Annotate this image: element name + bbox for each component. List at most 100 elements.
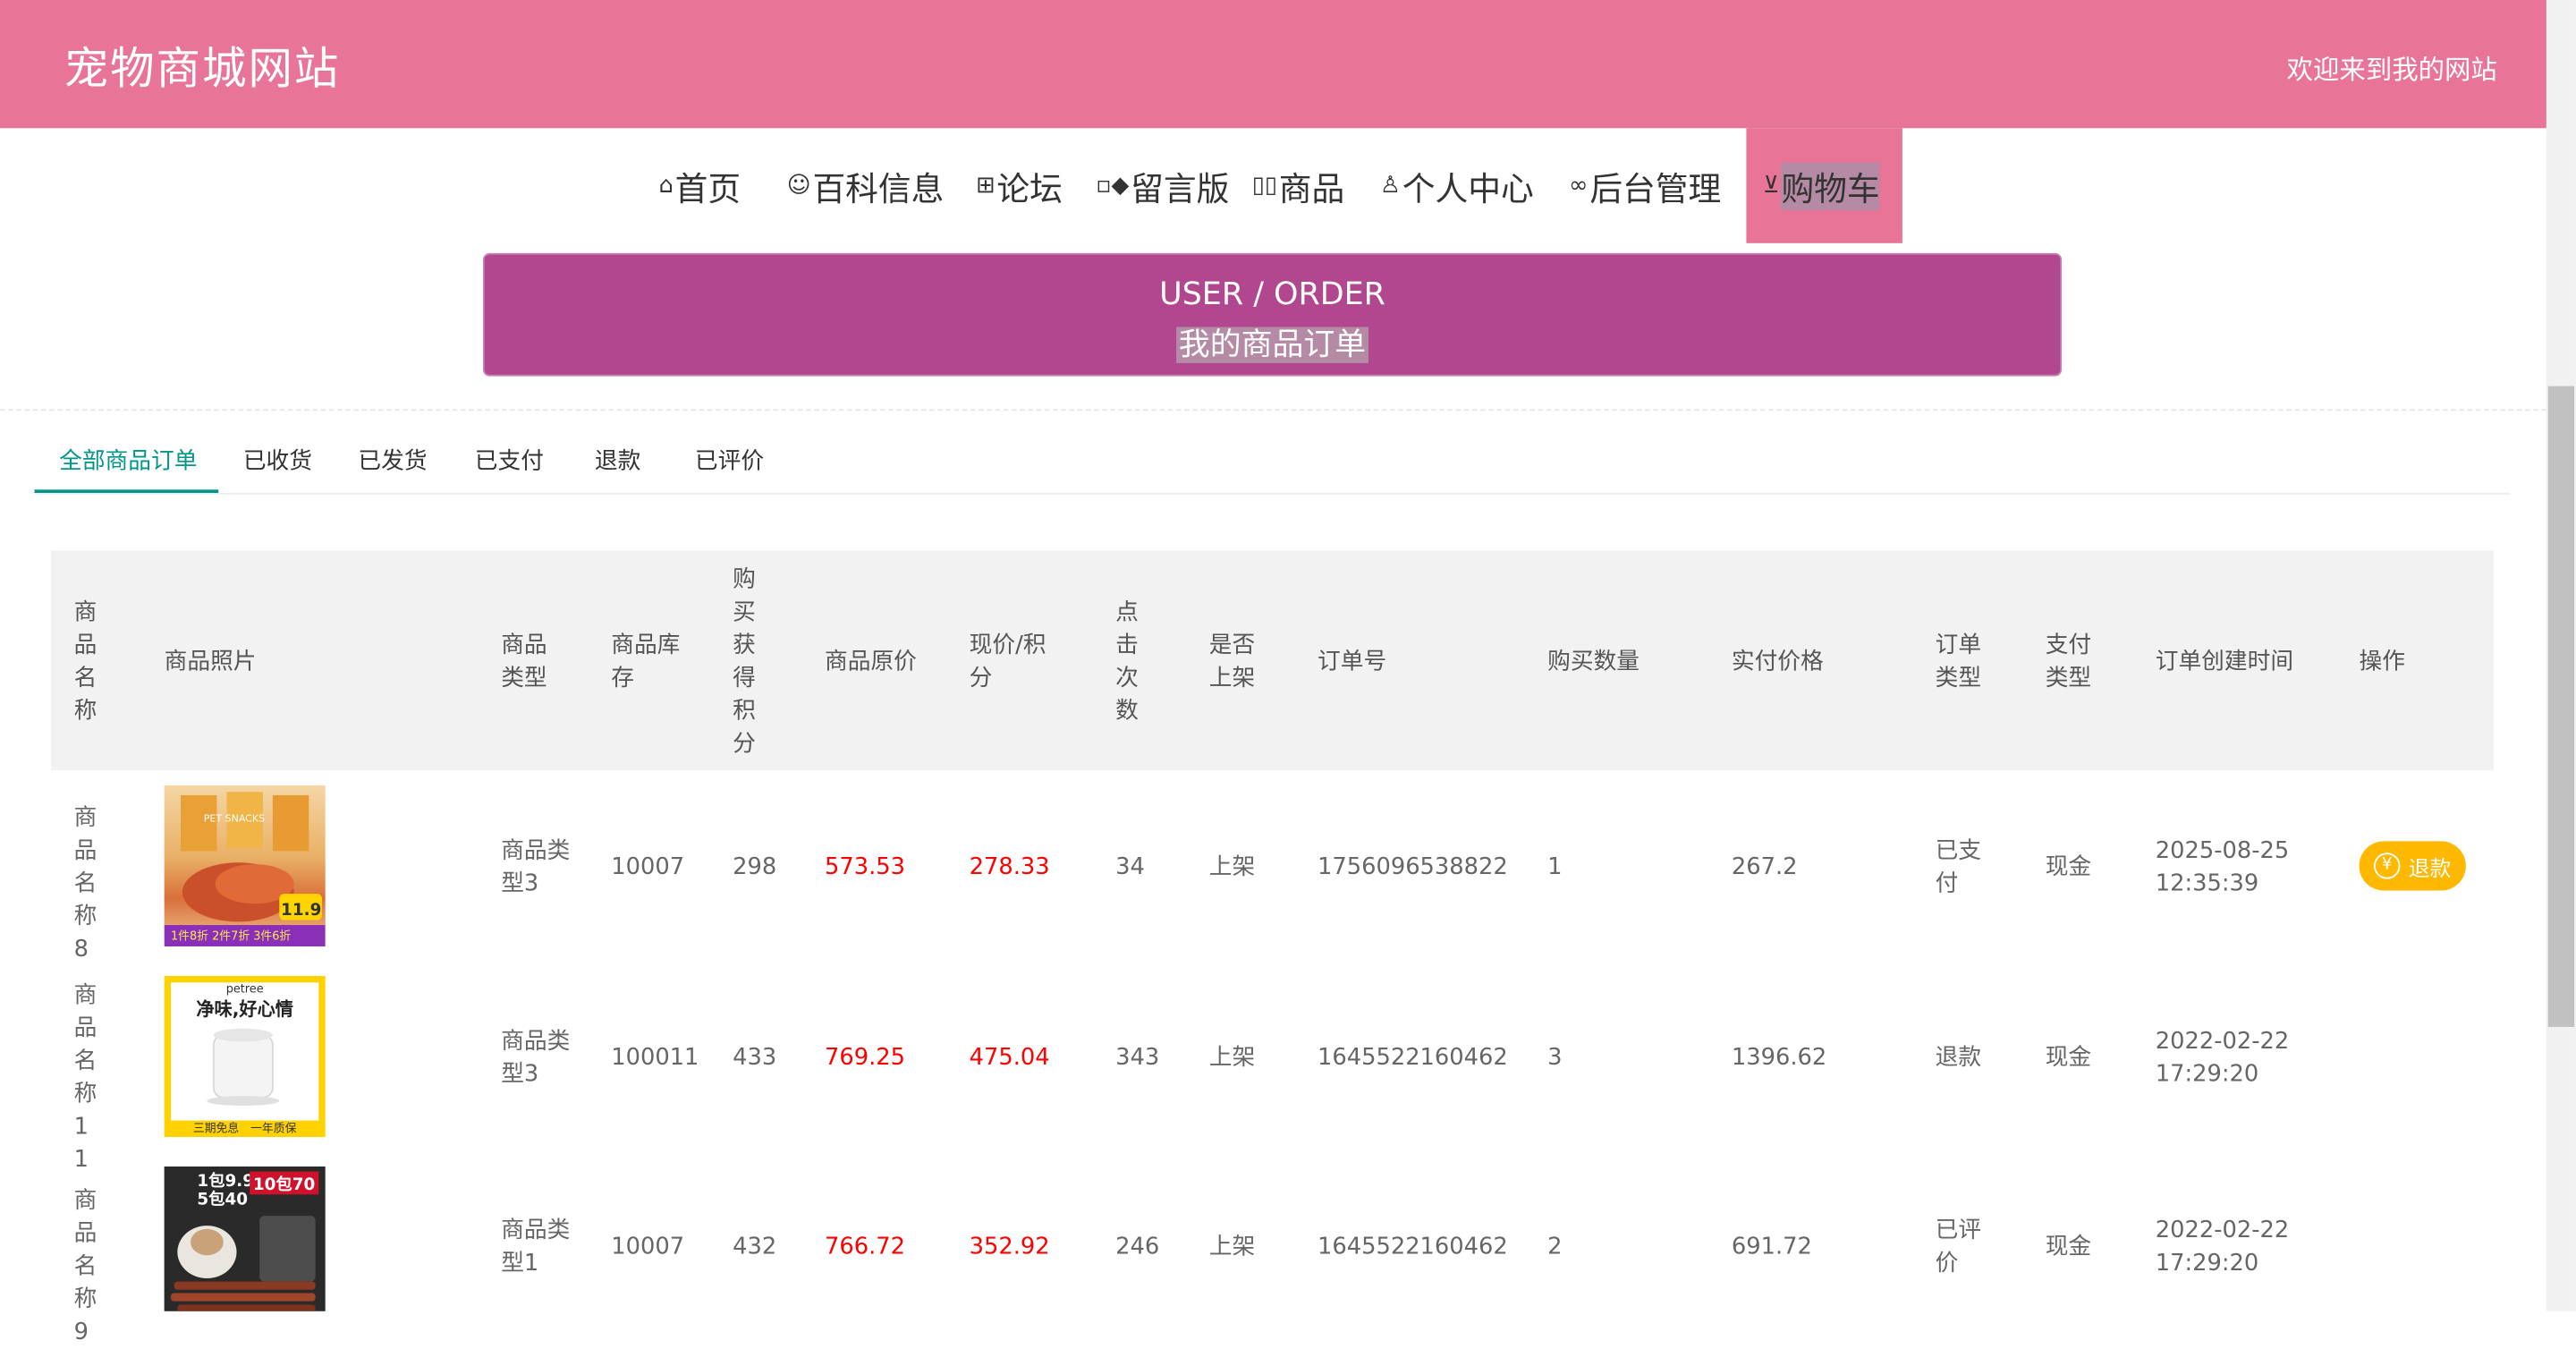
divider — [0, 409, 2546, 411]
tab-reviewed[interactable]: 已评价 — [695, 444, 764, 477]
main-nav: ⌂ 首页 ☺ 百科信息 ⊞ 论坛 ▫◆ 留言版 ▯▯ 商品 ♙ 个人中心 ∞ 后… — [0, 128, 2546, 243]
banner-title-cn: 我的商品订单 — [1176, 327, 1368, 363]
cell-stock: 10007 — [611, 854, 685, 881]
tab-all-orders[interactable]: 全部商品订单 — [59, 444, 197, 477]
th-action: 操作 — [2359, 649, 2405, 675]
photo-price: 11.9 — [281, 901, 321, 920]
cell-type: 商品类型3 — [501, 1028, 571, 1088]
tab-paid[interactable]: 已支付 — [475, 444, 544, 477]
th-created: 订单创建时间 — [2155, 649, 2294, 675]
refund-button[interactable]: ¥ 退款 — [2359, 841, 2466, 891]
product-photo-art: petree 净味,好心情 三期免息 一年质保 — [171, 982, 319, 1135]
banner-title-en: USER / ORDER — [1159, 276, 1385, 312]
nav-user-center[interactable]: ♙ 个人中心 — [1380, 128, 1534, 243]
refund-button-label: 退款 — [2408, 856, 2452, 882]
photo-promo-3: 10包70 — [253, 1175, 315, 1194]
cell-cur-price: 475.04 — [969, 1045, 1050, 1072]
nav-cart[interactable]: ⊻ 购物车 — [1746, 128, 1902, 243]
tab-refund[interactable]: 退款 — [595, 444, 640, 477]
cell-created-date: 2022-02-22 — [2155, 1028, 2290, 1056]
cell-qty: 2 — [1547, 1234, 1563, 1260]
cell-created-date: 2022-02-22 — [2155, 1217, 2290, 1244]
welcome-text: 欢迎来到我的网站 — [2286, 54, 2497, 86]
th-photo: 商品照片 — [164, 649, 257, 675]
scrollbar-thumb[interactable] — [2547, 386, 2575, 1027]
nav-home[interactable]: ⌂ 首页 — [659, 128, 741, 243]
cell-stock: 10007 — [611, 1234, 685, 1260]
nav-message-board[interactable]: ▫◆ 留言版 — [1096, 128, 1229, 243]
tab-shipped[interactable]: 已发货 — [358, 444, 427, 477]
cell-type: 商品类型1 — [501, 1217, 571, 1277]
photo-bottom-text: 三期免息 一年质保 — [193, 1121, 297, 1135]
nav-forum-label: 论坛 — [996, 168, 1063, 208]
photo-brand: petree — [226, 982, 264, 996]
photo-promo-1: 1包9.9 — [197, 1171, 254, 1191]
nav-forum[interactable]: ⊞ 论坛 — [976, 128, 1063, 243]
cell-order-no: 1645522160462 — [1318, 1045, 1508, 1072]
cell-points: 298 — [733, 854, 777, 881]
cell-name: 商品名称8 — [73, 804, 97, 963]
cell-listed: 上架 — [1208, 854, 1256, 881]
cell-name: 商品名称11 — [73, 982, 97, 1174]
th-type: 商品类型 — [501, 632, 547, 692]
cell-listed: 上架 — [1208, 1045, 1256, 1072]
photo-bottom-text: 1件8折 2件7折 3件6折 — [171, 930, 291, 944]
cell-listed: 上架 — [1208, 1234, 1256, 1260]
cell-clicks: 34 — [1115, 854, 1145, 881]
cell-qty: 1 — [1547, 854, 1563, 881]
cell-order-type: 已支付 — [1935, 837, 1982, 897]
product-photo-art: PET SNACKS 11.9 1件8折 2件7折 3件6折 — [164, 792, 326, 946]
product-photo[interactable]: PET SNACKS 11.9 1件8折 2件7折 3件6折 — [164, 785, 326, 946]
th-listed: 是否上架 — [1208, 632, 1256, 692]
th-clicks: 点击次数 — [1115, 599, 1139, 725]
cell-name: 商品名称9 — [73, 1187, 97, 1346]
cart-icon: ⊻ — [1762, 172, 1780, 199]
link-icon: ∞ — [1569, 172, 1589, 199]
photo-top-text: PET SNACKS — [204, 812, 265, 824]
cell-order-no: 1645522160462 — [1318, 1234, 1508, 1260]
cell-cur-price: 278.33 — [969, 854, 1050, 881]
th-order-type: 订单类型 — [1935, 632, 1982, 692]
cell-type: 商品类型3 — [501, 837, 571, 897]
cell-stock: 100011 — [611, 1045, 699, 1072]
cell-pay-type: 现金 — [2045, 1045, 2092, 1072]
cell-points: 433 — [733, 1045, 777, 1072]
nav-message-board-label: 留言版 — [1131, 168, 1230, 208]
th-stock: 商品库存 — [611, 632, 681, 692]
cell-paid: 267.2 — [1731, 854, 1798, 881]
th-paid: 实付价格 — [1731, 649, 1824, 675]
nav-home-label: 首页 — [674, 168, 741, 208]
cell-cur-price: 352.92 — [969, 1234, 1050, 1260]
product-photo[interactable]: petree 净味,好心情 三期免息 一年质保 — [164, 975, 326, 1137]
cell-clicks: 246 — [1115, 1234, 1160, 1260]
top-header: 宠物商城网站 欢迎来到我的网站 — [0, 0, 2546, 129]
nav-products[interactable]: ▯▯ 商品 — [1252, 128, 1345, 243]
nav-cart-label: 购物车 — [1781, 161, 1880, 210]
nav-admin[interactable]: ∞ 后台管理 — [1569, 128, 1721, 243]
th-pay-type: 支付类型 — [2045, 632, 2092, 692]
gift-icon: ⊞ — [975, 172, 996, 199]
cell-paid: 1396.62 — [1731, 1045, 1827, 1072]
nav-products-label: 商品 — [1278, 168, 1345, 208]
nav-user-center-label: 个人中心 — [1402, 168, 1534, 208]
cell-pay-type: 现金 — [2045, 1234, 2092, 1260]
user-icon: ♙ — [1379, 172, 1401, 199]
table-header — [50, 550, 2495, 771]
th-order-no: 订单号 — [1318, 649, 1387, 675]
product-icon: ▯▯ — [1251, 172, 1277, 199]
th-name: 商品名称 — [73, 599, 97, 725]
cell-points: 432 — [733, 1234, 777, 1260]
order-tabs: 全部商品订单 已收货 已发货 已支付 退款 已评价 — [34, 430, 2511, 495]
photo-promo-2: 5包40 — [197, 1189, 248, 1209]
th-cur-price: 现价/积分 — [969, 632, 1046, 692]
product-photo[interactable]: 1包9.9 5包40 10包70 — [164, 1167, 326, 1311]
apps-icon: ▫◆ — [1096, 172, 1130, 199]
cell-orig-price: 769.25 — [825, 1045, 906, 1072]
tab-received[interactable]: 已收货 — [243, 444, 312, 477]
nav-admin-label: 后台管理 — [1589, 168, 1722, 208]
th-orig-price: 商品原价 — [825, 649, 917, 675]
cell-order-type: 退款 — [1935, 1045, 1982, 1072]
nav-encyclopedia[interactable]: ☺ 百科信息 — [787, 128, 945, 243]
yen-icon: ¥ — [2374, 853, 2401, 879]
active-tab-indicator — [34, 489, 219, 494]
